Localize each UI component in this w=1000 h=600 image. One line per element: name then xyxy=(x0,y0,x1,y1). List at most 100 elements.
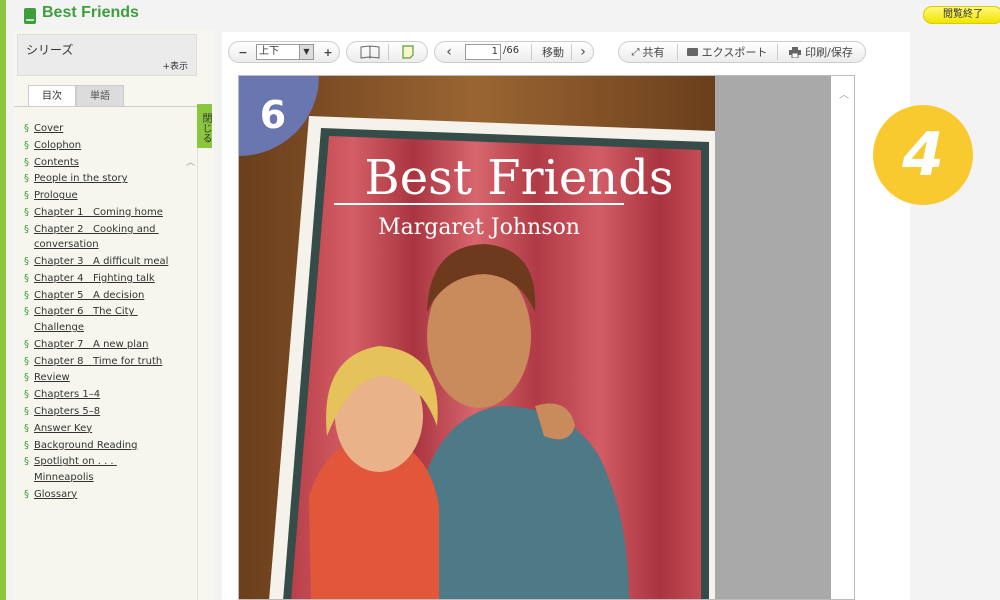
share-label: 共有 xyxy=(642,46,665,59)
cover-title: Best Friends xyxy=(364,150,673,206)
toc-link[interactable]: Chapter 4 Fighting talk xyxy=(34,271,155,287)
toolbar-separator xyxy=(388,44,389,60)
share-icon: ⤢ xyxy=(631,46,640,58)
toc-link[interactable]: Glossary xyxy=(34,487,77,503)
toc-item[interactable]: § Colophon xyxy=(24,138,197,154)
layout-select-value: 上下 xyxy=(259,46,279,57)
series-show-button[interactable]: +表示 xyxy=(162,59,188,72)
cover-author: Margaret Johnson xyxy=(378,215,580,240)
printer-icon xyxy=(789,46,802,58)
section-icon: § xyxy=(24,190,29,202)
toc-link[interactable]: Chapter 3 A difficult meal xyxy=(34,254,168,270)
section-icon: § xyxy=(24,289,29,301)
toc-item[interactable]: § Chapter 1 Coming home xyxy=(24,205,197,221)
next-page-icon[interactable]: › xyxy=(573,42,593,62)
toc-link[interactable]: Chapter 7 A new plan xyxy=(34,337,149,353)
toc-item[interactable]: § Answer Key xyxy=(24,421,197,437)
toolbar-separator xyxy=(531,44,532,60)
toc-item[interactable]: § Prologue xyxy=(24,188,197,204)
empty-page-area xyxy=(715,76,831,599)
page-nav-group: ‹ 1 /66 移動 › xyxy=(434,41,594,63)
section-icon: § xyxy=(24,306,29,318)
section-icon: § xyxy=(24,372,29,384)
toc-link[interactable]: Chapter 5 A decision xyxy=(34,288,144,304)
series-box: シリーズ +表示 xyxy=(17,34,197,76)
spread-view-button[interactable] xyxy=(351,42,389,62)
section-icon: § xyxy=(24,405,29,417)
go-to-page-button[interactable]: 移動 xyxy=(535,42,571,62)
toc-link[interactable]: Review xyxy=(34,370,70,386)
book-title: Best Friends xyxy=(42,4,139,21)
section-icon: § xyxy=(24,488,29,500)
cover-level-number: 6 xyxy=(260,93,286,137)
toc-item[interactable]: § Chapter 4 Fighting talk xyxy=(24,271,197,287)
single-page-view-button[interactable] xyxy=(391,42,425,62)
section-icon: § xyxy=(24,223,29,235)
toc-item[interactable]: § Spotlight on . . . Minneapolis xyxy=(24,454,197,485)
toc-link[interactable]: Chapter 8 Time for truth xyxy=(34,354,162,370)
page-icon xyxy=(402,45,414,59)
toc-item[interactable]: § Chapter 3 A difficult meal xyxy=(24,254,197,270)
toc-item[interactable]: § Chapters 5–8 xyxy=(24,404,197,420)
zoom-in-button[interactable]: + xyxy=(318,42,338,62)
toc-link[interactable]: Prologue xyxy=(34,188,78,204)
toc-link[interactable]: Answer Key xyxy=(34,421,92,437)
zoom-out-button[interactable]: − xyxy=(233,42,253,62)
section-icon: § xyxy=(24,206,29,218)
prev-page-icon[interactable]: ‹ xyxy=(439,42,459,62)
end-reading-button[interactable]: 閲覧終了 xyxy=(923,6,1000,24)
toc-list: § Cover § Colophon § Contents § People in the s… xyxy=(14,107,197,502)
toc-link[interactable]: Spotlight on . . . Minneapolis xyxy=(34,454,169,485)
print-save-button[interactable]: 印刷/保存 xyxy=(779,42,863,62)
sidebar: シリーズ +表示 目次 単語 ︿ § Cover § Colophon § Content… xyxy=(14,30,214,600)
section-icon: § xyxy=(24,355,29,367)
toc-item[interactable]: § Cover xyxy=(24,121,197,137)
section-icon: § xyxy=(24,173,29,185)
tab-toc[interactable]: 目次 xyxy=(28,85,76,107)
share-button[interactable]: ⤢ 共有 xyxy=(623,42,673,62)
toc-item[interactable]: § Background Reading xyxy=(24,438,197,454)
toc-item[interactable]: § Review xyxy=(24,370,197,386)
toolbar-separator xyxy=(571,44,572,60)
chevron-down-icon: ▼ xyxy=(299,45,313,59)
section-icon: § xyxy=(24,256,29,268)
toc-link[interactable]: Chapters 1–4 xyxy=(34,387,100,403)
toc-item[interactable]: § Chapter 8 Time for truth xyxy=(24,354,197,370)
page-total: /66 xyxy=(503,45,520,56)
toc-item[interactable]: § Chapter 2 Cooking and conversation xyxy=(24,222,197,253)
chevron-up-icon[interactable]: ︿ xyxy=(839,86,849,101)
page-number-input[interactable]: 1 xyxy=(465,44,501,60)
chevron-up-icon[interactable]: ︿ xyxy=(186,155,195,168)
toc-link[interactable]: Contents xyxy=(34,155,79,171)
toc-item[interactable]: § Chapters 1–4 xyxy=(24,387,197,403)
open-book-icon xyxy=(360,45,380,59)
tab-vocabulary[interactable]: 単語 xyxy=(76,85,124,107)
toc-item[interactable]: § Chapter 6 The City Challenge xyxy=(24,304,197,335)
toc-link[interactable]: Colophon xyxy=(34,138,81,154)
toc-link[interactable]: Chapters 5–8 xyxy=(34,404,100,420)
toc-item[interactable]: § People in the story xyxy=(24,171,197,187)
top-bar: Best Friends 閲覧終了 xyxy=(6,0,1000,32)
toolbar-separator xyxy=(677,44,678,60)
layout-select[interactable]: 上下 ▼ xyxy=(256,44,314,60)
toc-link[interactable]: Chapter 6 The City Challenge xyxy=(34,304,169,335)
toc-link[interactable]: Cover xyxy=(34,121,63,137)
toc-link[interactable]: Background Reading xyxy=(34,438,137,454)
toc-item[interactable]: § Contents xyxy=(24,155,197,171)
zoom-group: − 上下 ▼ + xyxy=(228,41,340,63)
page-viewer[interactable]: 6 Best Friends Margaret Johnson ︿ xyxy=(238,75,855,600)
view-mode-group xyxy=(346,41,428,63)
toc-item[interactable]: § Chapter 5 A decision xyxy=(24,288,197,304)
toolbar-separator xyxy=(777,44,778,60)
close-sidebar-button[interactable]: 閉じる xyxy=(197,104,212,148)
toc-item[interactable]: § Chapter 7 A new plan xyxy=(24,337,197,353)
book-cover-image: 6 Best Friends Margaret Johnson xyxy=(239,76,715,599)
series-title: シリーズ xyxy=(26,43,74,57)
toc-link[interactable]: Chapter 2 Cooking and conversation xyxy=(34,222,169,253)
toc-link[interactable]: Chapter 1 Coming home xyxy=(34,205,163,221)
toc-link[interactable]: People in the story xyxy=(34,171,128,187)
section-icon: § xyxy=(24,456,29,468)
section-icon: § xyxy=(24,439,29,451)
export-button[interactable]: エクスポート xyxy=(679,42,775,62)
toc-item[interactable]: § Glossary xyxy=(24,487,197,503)
